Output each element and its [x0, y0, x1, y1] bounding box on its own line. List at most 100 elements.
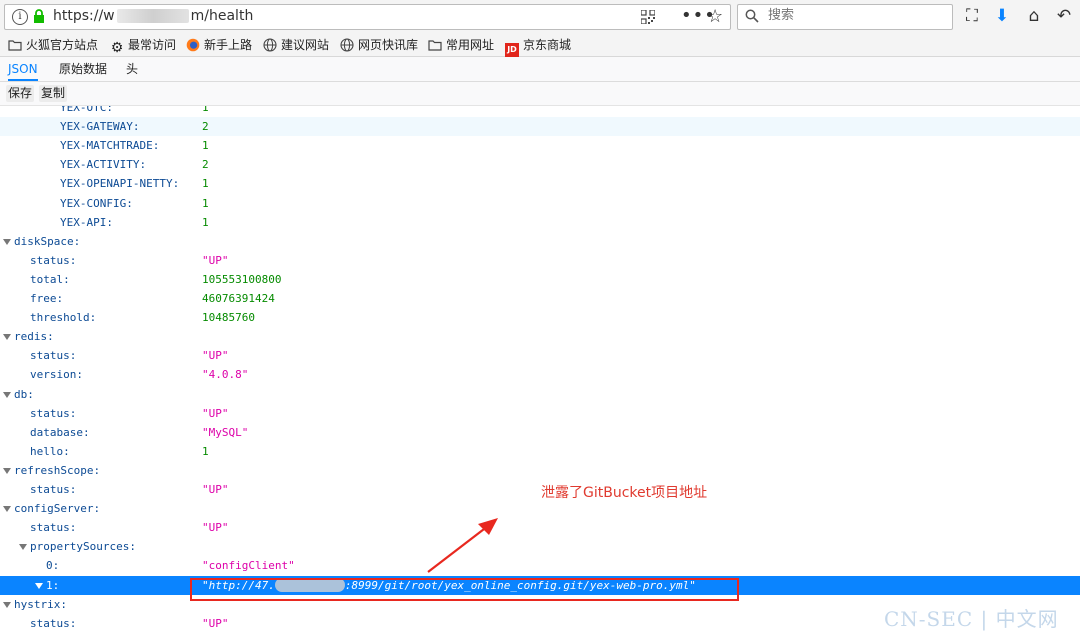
json-row[interactable]: free: 46076391424: [0, 289, 1080, 308]
watermark: CN-SEC | 中文网: [884, 607, 1059, 631]
json-row[interactable]: propertySources:: [0, 537, 1080, 556]
url-text[interactable]: https://w m/health: [53, 8, 253, 24]
bookmark-item[interactable]: 常用网址: [428, 36, 494, 54]
json-key: hello:: [30, 444, 70, 458]
url-suffix: m/health: [190, 8, 254, 24]
qr-code-icon[interactable]: [641, 10, 655, 24]
json-key: YEX-OTC:: [60, 106, 113, 114]
json-key: YEX-API:: [60, 215, 113, 229]
json-value: "UP": [202, 349, 229, 363]
json-row[interactable]: status: "UP": [0, 251, 1080, 270]
bookmark-label: 京东商城: [523, 38, 572, 52]
json-value: 1: [202, 215, 209, 229]
search-box[interactable]: [737, 4, 953, 30]
tab-raw-data[interactable]: 原始数据: [59, 57, 107, 81]
expand-toggle-icon[interactable]: [3, 467, 11, 474]
tab-headers[interactable]: 头: [126, 57, 138, 81]
json-row[interactable]: version: "4.0.8": [0, 365, 1080, 384]
json-value: "UP": [202, 406, 229, 420]
expand-toggle-icon[interactable]: [3, 506, 11, 513]
home-icon[interactable]: ⌂: [1024, 6, 1044, 26]
json-key: free:: [30, 292, 64, 305]
json-row[interactable]: db:: [0, 385, 1080, 404]
json-key: configServer:: [14, 502, 101, 516]
expand-toggle-icon[interactable]: [3, 334, 11, 341]
firefox-icon: [186, 38, 200, 52]
json-key: threshold:: [30, 311, 97, 325]
json-value: 10485760: [202, 311, 255, 325]
json-row[interactable]: YEX-OPENAPI-NETTY: 1: [0, 174, 1080, 193]
bookmark-item[interactable]: 新手上路: [186, 36, 252, 54]
json-row[interactable]: configServer:: [0, 499, 1080, 518]
json-key: status:: [30, 406, 77, 420]
json-row[interactable]: status: "UP": [0, 346, 1080, 365]
info-icon[interactable]: i: [12, 9, 28, 25]
bookmark-item[interactable]: 建议网站: [263, 36, 329, 54]
address-bar[interactable]: i https://w m/health ••• ☆: [4, 4, 731, 30]
bookmark-label: 火狐官方站点: [26, 38, 99, 52]
lock-icon[interactable]: [33, 9, 45, 24]
json-tree: YEX-OTC: 1 YEX-GATEWAY: 2 YEX-MATCHTRADE: 1 YE…: [0, 106, 1080, 633]
bookmark-item[interactable]: ⚙ 最常访问: [110, 36, 177, 55]
bookmarks-toolbar: 火狐官方站点 ⚙ 最常访问 新手上路 建议网站 网页快讯库 常用网址 JD 京东商城: [0, 34, 1080, 57]
tab-json[interactable]: JSON: [8, 57, 38, 81]
bookmark-star-icon[interactable]: ☆: [707, 6, 723, 27]
undo-icon[interactable]: ↶: [1054, 6, 1074, 26]
json-row[interactable]: redis:: [0, 327, 1080, 346]
copy-button[interactable]: 复制: [39, 85, 68, 102]
json-value: 1: [202, 177, 209, 191]
json-row[interactable]: database: "MySQL": [0, 423, 1080, 442]
json-value: 1: [202, 106, 209, 114]
json-row[interactable]: YEX-API: 1: [0, 213, 1080, 232]
expand-toggle-icon[interactable]: [3, 238, 11, 245]
bookmark-label: 最常访问: [128, 38, 177, 52]
highlight-box: [190, 578, 739, 601]
json-key: version:: [30, 368, 83, 382]
json-row[interactable]: YEX-CONFIG: 1: [0, 194, 1080, 213]
library-icon[interactable]: ⛶: [962, 6, 982, 26]
json-key: status:: [30, 521, 77, 535]
json-key: status:: [30, 483, 77, 496]
save-button[interactable]: 保存: [6, 85, 35, 102]
json-key: refreshScope:: [14, 463, 101, 477]
json-key: YEX-OPENAPI-NETTY:: [60, 177, 180, 191]
json-key: status:: [30, 616, 77, 630]
url-prefix: https://w: [53, 8, 115, 24]
json-key: YEX-CONFIG:: [60, 196, 133, 210]
folder-icon: [428, 40, 442, 51]
json-value: 46076391424: [202, 292, 275, 305]
json-key: YEX-ACTIVITY:: [60, 158, 147, 172]
bookmark-label: 建议网站: [281, 38, 330, 52]
json-key: db:: [14, 387, 34, 401]
bookmark-item[interactable]: JD 京东商城: [505, 36, 572, 57]
json-row[interactable]: YEX-MATCHTRADE: 1: [0, 136, 1080, 155]
expand-toggle-icon[interactable]: [19, 544, 27, 551]
json-key: hystrix:: [14, 597, 67, 611]
expand-toggle-icon[interactable]: [3, 391, 11, 398]
json-value: 1: [202, 444, 209, 458]
json-row[interactable]: status: "UP": [0, 518, 1080, 537]
expand-toggle-icon[interactable]: [3, 601, 11, 608]
json-row[interactable]: hello: 1: [0, 442, 1080, 461]
json-row[interactable]: YEX-OTC: 1: [0, 106, 1080, 117]
bookmark-label: 新手上路: [204, 38, 253, 52]
jd-icon: JD: [505, 43, 519, 57]
json-row[interactable]: diskSpace:: [0, 232, 1080, 251]
json-key: redis:: [14, 330, 54, 344]
bookmark-item[interactable]: 网页快讯库: [340, 36, 418, 54]
json-row[interactable]: refreshScope:: [0, 461, 1080, 480]
json-row[interactable]: threshold: 10485760: [0, 308, 1080, 327]
search-input[interactable]: [766, 7, 940, 24]
json-row[interactable]: status: "UP": [0, 480, 1080, 499]
bookmark-item[interactable]: 火狐官方站点: [8, 36, 98, 54]
json-row[interactable]: status: "UP": [0, 404, 1080, 423]
json-row[interactable]: 0: "configClient": [0, 556, 1080, 575]
json-value: "4.0.8": [202, 368, 249, 382]
expand-toggle-icon[interactable]: [35, 582, 43, 589]
json-row[interactable]: YEX-GATEWAY: 2: [0, 117, 1080, 137]
download-icon[interactable]: ⬇: [992, 6, 1012, 26]
json-row[interactable]: YEX-ACTIVITY: 2: [0, 155, 1080, 174]
search-icon: [745, 9, 759, 23]
json-row[interactable]: total: 105553100800: [0, 270, 1080, 289]
json-key: YEX-GATEWAY:: [60, 120, 140, 134]
